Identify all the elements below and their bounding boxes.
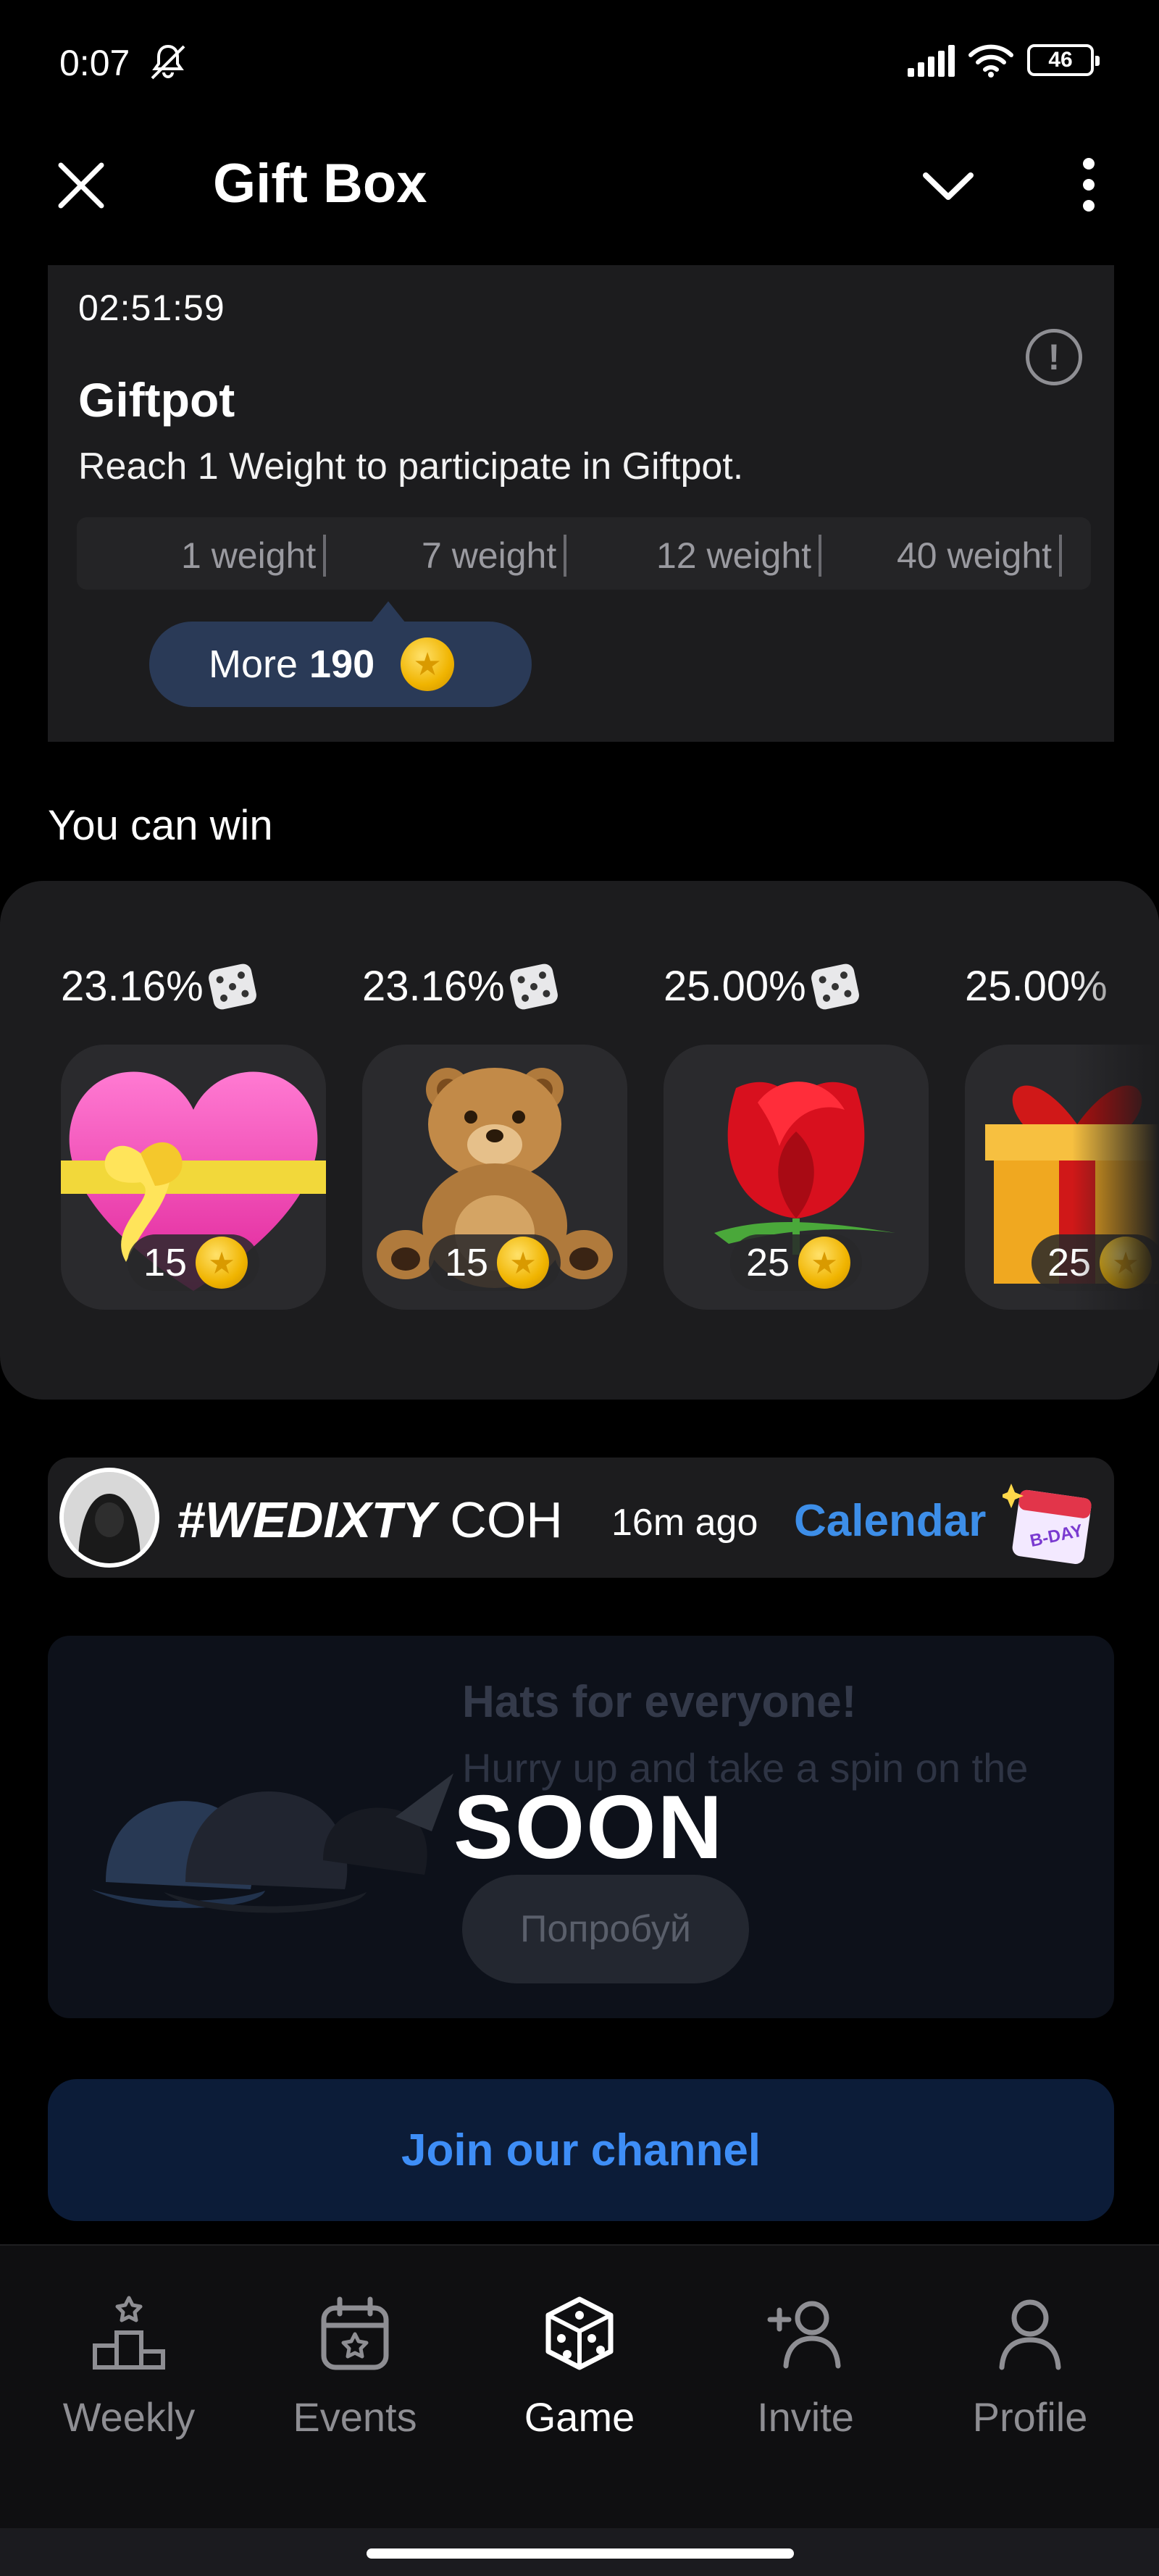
- prize-chance: 23.16%: [61, 963, 204, 1010]
- giftpot-card: 02:51:59 ! Giftpot Reach 1 Weight to par…: [48, 265, 1114, 742]
- add-user-icon: [767, 2301, 841, 2369]
- status-time: 0:07: [59, 43, 130, 83]
- page-title: Gift Box: [213, 153, 427, 214]
- dice-icon: [508, 961, 559, 1011]
- dice-icon: [809, 961, 861, 1011]
- signal-icon: [908, 43, 955, 77]
- weight-milestone: 12 weight: [656, 535, 821, 577]
- status-bar: 0:07 46: [0, 0, 1159, 130]
- calendar-star-icon: [321, 2296, 389, 2370]
- prize-carousel[interactable]: 23.16% 15 23.16%: [0, 881, 1159, 1400]
- more-weight-pill: More 190: [149, 622, 532, 707]
- weight-milestone: 1 weight: [181, 535, 326, 577]
- weight-milestone: 7 weight: [422, 535, 566, 577]
- birthday-calendar-icon: B-DAY: [1003, 1484, 1092, 1564]
- prize-chance: 25.00%: [664, 963, 806, 1010]
- prize-item[interactable]: 25.00% 25: [664, 961, 932, 1310]
- prize-item[interactable]: 23.16% 15: [362, 961, 630, 1310]
- chevron-down-icon[interactable]: [916, 156, 981, 214]
- nav-item-events[interactable]: Events: [246, 2293, 464, 2441]
- bottom-nav: Weekly Events Game Invite Profile: [0, 2244, 1159, 2528]
- prize-chance: 23.16%: [362, 963, 505, 1010]
- nav-item-invite[interactable]: Invite: [697, 2293, 914, 2441]
- weight-milestone: 40 weight: [897, 535, 1062, 577]
- close-icon[interactable]: [52, 156, 110, 214]
- win-time: 16m ago: [611, 1502, 758, 1544]
- calendar-link[interactable]: Calendar: [794, 1495, 986, 1547]
- dice-icon: [206, 961, 258, 1011]
- prize-tile[interactable]: 25: [664, 1045, 929, 1310]
- prize-tile[interactable]: 15: [61, 1045, 326, 1310]
- coin-icon: [798, 1237, 851, 1289]
- join-channel-button[interactable]: Join our channel: [48, 2079, 1114, 2221]
- coin-icon: [497, 1237, 550, 1289]
- dice-icon: [545, 2296, 614, 2370]
- coin-icon: [196, 1237, 248, 1289]
- bell-off-icon: [151, 44, 185, 80]
- prize-price: 15: [127, 1234, 260, 1291]
- coin-icon: [401, 637, 455, 691]
- giftpot-description: Reach 1 Weight to participate in Giftpot…: [78, 446, 744, 488]
- recent-win-strip[interactable]: #WEDIXTY COH 16m ago Calendar B-DAY: [48, 1458, 1114, 1578]
- weight-progress-track: 1 weight 7 weight 12 weight 40 weight: [77, 517, 1091, 590]
- user-icon: [999, 2299, 1061, 2370]
- prize-price: 25: [729, 1234, 863, 1291]
- avatar: [59, 1468, 159, 1568]
- home-indicator[interactable]: [367, 2548, 794, 2559]
- hats-promo-banner: Hats for everyone! Hurry up and take a s…: [48, 1636, 1114, 2018]
- nav-item-game[interactable]: Game: [471, 2293, 688, 2441]
- prize-tile[interactable]: 15: [362, 1045, 627, 1310]
- prize-price: 15: [428, 1234, 561, 1291]
- hooded-figure-icon: [64, 1472, 155, 1563]
- giftpot-timer: 02:51:59: [78, 288, 225, 328]
- weight-pointer: [371, 601, 406, 623]
- section-title: You can win: [48, 802, 273, 849]
- podium-icon: [93, 2296, 165, 2370]
- soon-overlay: SOON: [453, 1778, 724, 1878]
- winner-name: #WEDIXTY COH: [177, 1492, 563, 1548]
- nav-item-profile[interactable]: Profile: [921, 2293, 1139, 2441]
- promo-title: Hats for everyone!: [462, 1677, 857, 1727]
- try-button: Попробуй: [462, 1875, 749, 1983]
- wifi-icon: [968, 44, 1013, 78]
- nav-item-weekly[interactable]: Weekly: [20, 2293, 238, 2441]
- app-header: Gift Box: [0, 130, 1159, 239]
- battery-icon: 46: [1027, 44, 1100, 76]
- more-vertical-icon[interactable]: [1063, 152, 1114, 217]
- more-value: 190: [309, 643, 375, 686]
- prize-item[interactable]: 23.16% 15: [61, 961, 329, 1310]
- more-label: More: [209, 643, 298, 686]
- info-icon[interactable]: !: [1026, 329, 1082, 385]
- giftpot-title: Giftpot: [78, 373, 235, 427]
- hats-icon: [91, 1773, 453, 1913]
